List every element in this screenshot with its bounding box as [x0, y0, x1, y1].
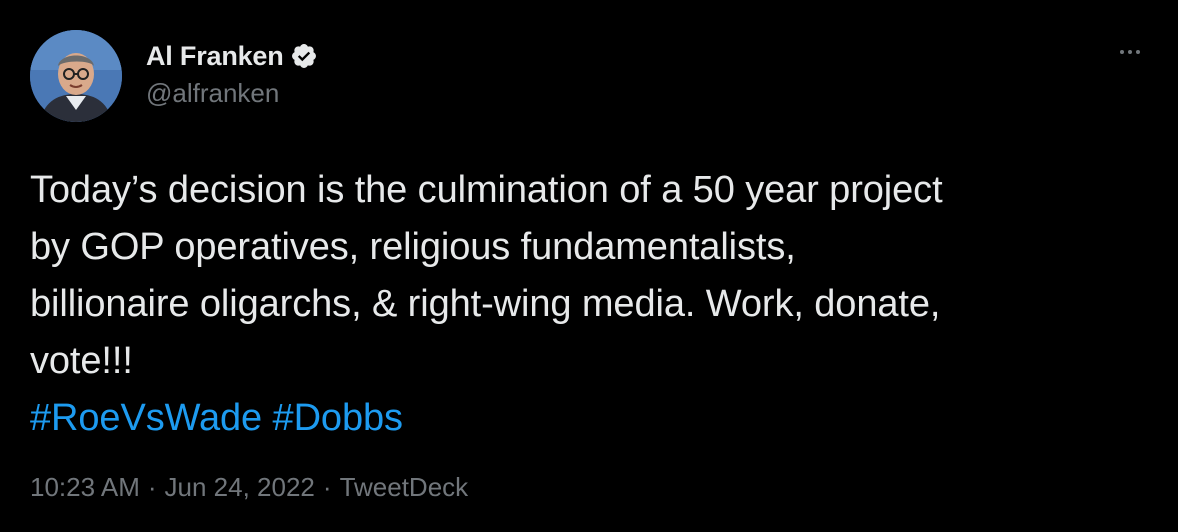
tweet-metadata: 10:23 AM · Jun 24, 2022 · TweetDeck	[30, 472, 468, 503]
tweet-text: Today’s decision is the culmination of a…	[30, 162, 1160, 447]
author-names: Al Franken @alfranken	[146, 38, 318, 109]
avatar[interactable]	[30, 30, 122, 122]
display-name-row: Al Franken	[146, 38, 318, 74]
tweet-card: Al Franken @alfranken Today’s decision i…	[0, 0, 1178, 532]
tweet-source[interactable]: TweetDeck	[340, 472, 469, 502]
display-name[interactable]: Al Franken	[146, 41, 284, 72]
tweet-time[interactable]: 10:23 AM	[30, 472, 140, 502]
meta-separator: ·	[147, 472, 157, 502]
hashtag-dobbs[interactable]: #Dobbs	[273, 397, 403, 439]
hashtag-roevswade[interactable]: #RoeVsWade	[30, 397, 262, 439]
more-options-icon[interactable]	[1112, 40, 1148, 64]
verified-badge-icon	[290, 42, 318, 70]
tweet-date[interactable]: Jun 24, 2022	[165, 472, 315, 502]
tweet-text-line: Today’s decision is the culmination of a…	[30, 169, 943, 211]
tweet-text-line: billionaire oligarchs, & right-wing medi…	[30, 283, 941, 325]
hashtag-line: #RoeVsWade #Dobbs	[30, 390, 1160, 447]
author-handle[interactable]: @alfranken	[146, 78, 318, 109]
avatar-photo-icon	[30, 30, 122, 122]
tweet-text-line: by GOP operatives, religious fundamental…	[30, 226, 796, 268]
meta-separator: ·	[322, 472, 332, 502]
tweet-header: Al Franken @alfranken	[30, 30, 1148, 126]
tweet-text-line: vote!!!	[30, 340, 133, 382]
